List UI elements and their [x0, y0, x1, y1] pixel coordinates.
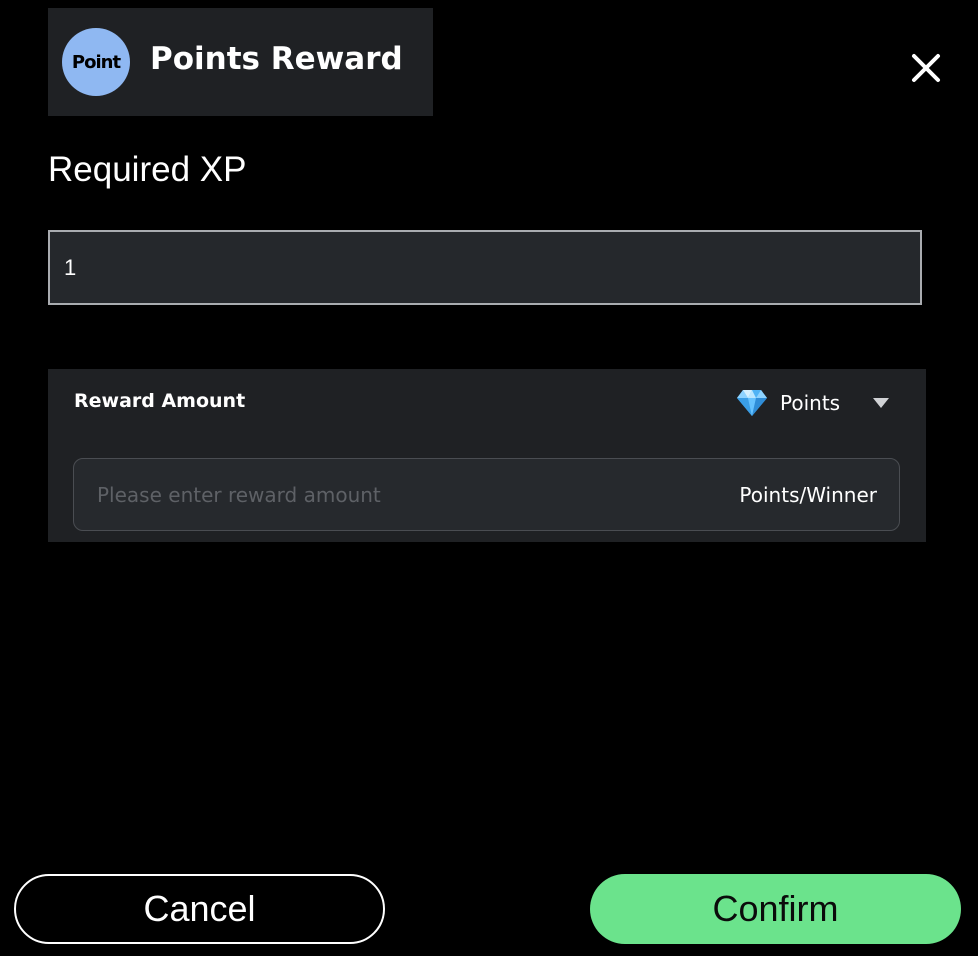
amount-unit-suffix: Points/Winner [739, 482, 877, 507]
points-logo: Point [62, 28, 130, 96]
reward-amount-label: Reward Amount [74, 390, 246, 412]
currency-label: Points [780, 391, 841, 415]
confirm-button[interactable]: Confirm [590, 874, 961, 944]
reward-title: Points Reward [150, 41, 403, 77]
reward-header: Point Points Reward [48, 8, 433, 116]
diamond-icon [737, 390, 767, 416]
close-icon [912, 54, 940, 82]
required-xp-input[interactable] [48, 230, 922, 305]
reward-amount-input[interactable] [74, 458, 740, 531]
caret-down-icon [873, 398, 890, 408]
reward-amount-field: Points/Winner [73, 458, 900, 531]
required-xp-label: Required XP [48, 150, 247, 189]
close-button[interactable] [906, 48, 946, 88]
points-reward-dialog: Point Points Reward Required XP Reward A… [0, 0, 978, 956]
reward-amount-panel: Reward Amount Points Points/Winner [48, 369, 926, 542]
points-logo-text: Point [71, 51, 121, 73]
cancel-button[interactable]: Cancel [14, 874, 385, 944]
currency-select[interactable]: Points [736, 385, 890, 421]
